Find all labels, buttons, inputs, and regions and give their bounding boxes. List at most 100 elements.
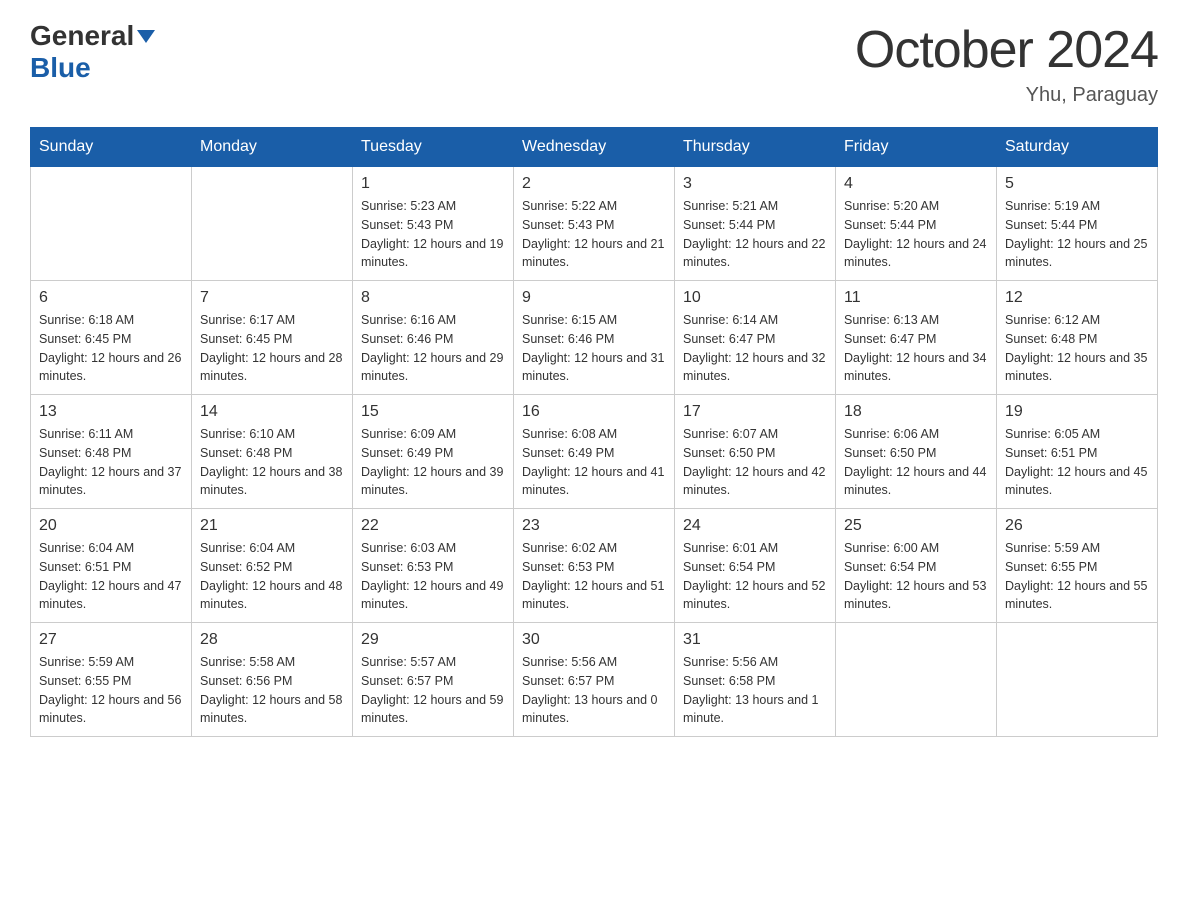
calendar-cell: 11 Sunrise: 6:13 AMSunset: 6:47 PMDayligh…: [836, 281, 997, 395]
calendar-cell: 23 Sunrise: 6:02 AMSunset: 6:53 PMDayligh…: [514, 509, 675, 623]
day-info: Sunrise: 6:15 AMSunset: 6:46 PMDaylight:…: [522, 311, 666, 386]
page-header: General Blue October 2024 Yhu, Paraguay: [30, 20, 1158, 107]
calendar-week-row: 6 Sunrise: 6:18 AMSunset: 6:45 PMDaylight…: [31, 281, 1158, 395]
day-info: Sunrise: 6:02 AMSunset: 6:53 PMDaylight:…: [522, 539, 666, 614]
calendar-cell: 12Sunrise: 6:12 AMSunset: 6:48 PMDayligh…: [997, 281, 1158, 395]
day-info: Sunrise: 5:56 AMSunset: 6:58 PMDaylight:…: [683, 653, 827, 728]
calendar-table: SundayMondayTuesdayWednesdayThursdayFrid…: [30, 127, 1158, 737]
day-number: 28: [200, 631, 344, 649]
day-number: 1: [361, 175, 505, 193]
day-info: Sunrise: 6:13 AMSunset: 6:47 PMDaylight:…: [844, 311, 988, 386]
calendar-cell: 22Sunrise: 6:03 AMSunset: 6:53 PMDayligh…: [353, 509, 514, 623]
calendar-cell: [997, 623, 1158, 737]
day-number: 27: [39, 631, 183, 649]
day-number: 15: [361, 403, 505, 421]
calendar-cell: 5Sunrise: 5:19 AMSunset: 5:44 PMDaylight…: [997, 167, 1158, 281]
day-number: 30: [522, 631, 666, 649]
calendar-cell: 18 Sunrise: 6:06 AMSunset: 6:50 PMDayligh…: [836, 395, 997, 509]
calendar-cell: 19 Sunrise: 6:05 AMSunset: 6:51 PMDayligh…: [997, 395, 1158, 509]
day-info: Sunrise: 6:05 AMSunset: 6:51 PMDaylight:…: [1005, 425, 1149, 500]
calendar-cell: 6 Sunrise: 6:18 AMSunset: 6:45 PMDaylight…: [31, 281, 192, 395]
day-number: 3: [683, 175, 827, 193]
day-info: Sunrise: 5:22 AMSunset: 5:43 PMDaylight:…: [522, 197, 666, 272]
day-number: 29: [361, 631, 505, 649]
day-info: Sunrise: 6:01 AMSunset: 6:54 PMDaylight:…: [683, 539, 827, 614]
calendar-cell: 3 Sunrise: 5:21 AMSunset: 5:44 PMDaylight…: [675, 167, 836, 281]
day-info: Sunrise: 6:11 AMSunset: 6:48 PMDaylight:…: [39, 425, 183, 500]
calendar-day-header: Tuesday: [353, 128, 514, 167]
day-number: 9: [522, 289, 666, 307]
day-info: Sunrise: 5:59 AMSunset: 6:55 PMDaylight:…: [39, 653, 183, 728]
day-number: 18: [844, 403, 988, 421]
day-number: 31: [683, 631, 827, 649]
day-number: 24: [683, 517, 827, 535]
day-info: Sunrise: 6:17 AMSunset: 6:45 PMDaylight:…: [200, 311, 344, 386]
day-number: 6: [39, 289, 183, 307]
calendar-cell: 17Sunrise: 6:07 AMSunset: 6:50 PMDayligh…: [675, 395, 836, 509]
calendar-cell: [31, 167, 192, 281]
calendar-cell: 26 Sunrise: 5:59 AMSunset: 6:55 PMDayligh…: [997, 509, 1158, 623]
day-number: 17: [683, 403, 827, 421]
day-number: 23: [522, 517, 666, 535]
day-number: 7: [200, 289, 344, 307]
day-info: Sunrise: 6:09 AMSunset: 6:49 PMDaylight:…: [361, 425, 505, 500]
day-number: 4: [844, 175, 988, 193]
calendar-cell: [836, 623, 997, 737]
calendar-cell: 15 Sunrise: 6:09 AMSunset: 6:49 PMDayligh…: [353, 395, 514, 509]
day-number: 25: [844, 517, 988, 535]
day-info: Sunrise: 6:03 AMSunset: 6:53 PMDaylight:…: [361, 539, 505, 614]
calendar-day-header: Saturday: [997, 128, 1158, 167]
calendar-cell: 16 Sunrise: 6:08 AMSunset: 6:49 PMDayligh…: [514, 395, 675, 509]
calendar-cell: 20 Sunrise: 6:04 AMSunset: 6:51 PMDayligh…: [31, 509, 192, 623]
day-info: Sunrise: 5:59 AMSunset: 6:55 PMDaylight:…: [1005, 539, 1149, 614]
calendar-week-row: 1Sunrise: 5:23 AMSunset: 5:43 PMDaylight…: [31, 167, 1158, 281]
day-number: 20: [39, 517, 183, 535]
logo-blue-text: Blue: [30, 52, 91, 84]
day-info: Sunrise: 6:06 AMSunset: 6:50 PMDaylight:…: [844, 425, 988, 500]
day-info: Sunrise: 6:00 AMSunset: 6:54 PMDaylight:…: [844, 539, 988, 614]
day-info: Sunrise: 6:14 AMSunset: 6:47 PMDaylight:…: [683, 311, 827, 386]
day-number: 11: [844, 289, 988, 307]
day-number: 5: [1005, 175, 1149, 193]
day-info: Sunrise: 6:08 AMSunset: 6:49 PMDaylight:…: [522, 425, 666, 500]
calendar-cell: 27 Sunrise: 5:59 AMSunset: 6:55 PMDayligh…: [31, 623, 192, 737]
day-info: Sunrise: 5:21 AMSunset: 5:44 PMDaylight:…: [683, 197, 827, 272]
calendar-day-header: Sunday: [31, 128, 192, 167]
calendar-cell: 4Sunrise: 5:20 AMSunset: 5:44 PMDaylight…: [836, 167, 997, 281]
calendar-day-header: Monday: [192, 128, 353, 167]
calendar-cell: 30Sunrise: 5:56 AMSunset: 6:57 PMDayligh…: [514, 623, 675, 737]
calendar-cell: 28 Sunrise: 5:58 AMSunset: 6:56 PMDayligh…: [192, 623, 353, 737]
day-info: Sunrise: 6:18 AMSunset: 6:45 PMDaylight:…: [39, 311, 183, 386]
day-info: Sunrise: 6:16 AMSunset: 6:46 PMDaylight:…: [361, 311, 505, 386]
calendar-header-row: SundayMondayTuesdayWednesdayThursdayFrid…: [31, 128, 1158, 167]
calendar-cell: 2Sunrise: 5:22 AMSunset: 5:43 PMDaylight…: [514, 167, 675, 281]
calendar-cell: 21Sunrise: 6:04 AMSunset: 6:52 PMDayligh…: [192, 509, 353, 623]
calendar-cell: 24 Sunrise: 6:01 AMSunset: 6:54 PMDayligh…: [675, 509, 836, 623]
logo: General Blue: [30, 20, 155, 84]
calendar-cell: 1Sunrise: 5:23 AMSunset: 5:43 PMDaylight…: [353, 167, 514, 281]
calendar-week-row: 27 Sunrise: 5:59 AMSunset: 6:55 PMDayligh…: [31, 623, 1158, 737]
month-title: October 2024: [855, 20, 1158, 80]
calendar-cell: 25 Sunrise: 6:00 AMSunset: 6:54 PMDayligh…: [836, 509, 997, 623]
calendar-cell: 10 Sunrise: 6:14 AMSunset: 6:47 PMDayligh…: [675, 281, 836, 395]
calendar-day-header: Wednesday: [514, 128, 675, 167]
day-number: 26: [1005, 517, 1149, 535]
calendar-cell: 13Sunrise: 6:11 AMSunset: 6:48 PMDayligh…: [31, 395, 192, 509]
day-number: 16: [522, 403, 666, 421]
calendar-cell: 8Sunrise: 6:16 AMSunset: 6:46 PMDaylight…: [353, 281, 514, 395]
calendar-cell: 14Sunrise: 6:10 AMSunset: 6:48 PMDayligh…: [192, 395, 353, 509]
day-info: Sunrise: 6:04 AMSunset: 6:51 PMDaylight:…: [39, 539, 183, 614]
title-section: October 2024 Yhu, Paraguay: [855, 20, 1158, 107]
day-info: Sunrise: 5:57 AMSunset: 6:57 PMDaylight:…: [361, 653, 505, 728]
day-number: 10: [683, 289, 827, 307]
day-number: 14: [200, 403, 344, 421]
logo-general-text: General: [30, 20, 155, 52]
day-info: Sunrise: 5:58 AMSunset: 6:56 PMDaylight:…: [200, 653, 344, 728]
day-number: 21: [200, 517, 344, 535]
calendar-cell: 9 Sunrise: 6:15 AMSunset: 6:46 PMDaylight…: [514, 281, 675, 395]
calendar-cell: 29 Sunrise: 5:57 AMSunset: 6:57 PMDayligh…: [353, 623, 514, 737]
day-number: 12: [1005, 289, 1149, 307]
day-number: 19: [1005, 403, 1149, 421]
calendar-week-row: 13Sunrise: 6:11 AMSunset: 6:48 PMDayligh…: [31, 395, 1158, 509]
location: Yhu, Paraguay: [855, 84, 1158, 107]
